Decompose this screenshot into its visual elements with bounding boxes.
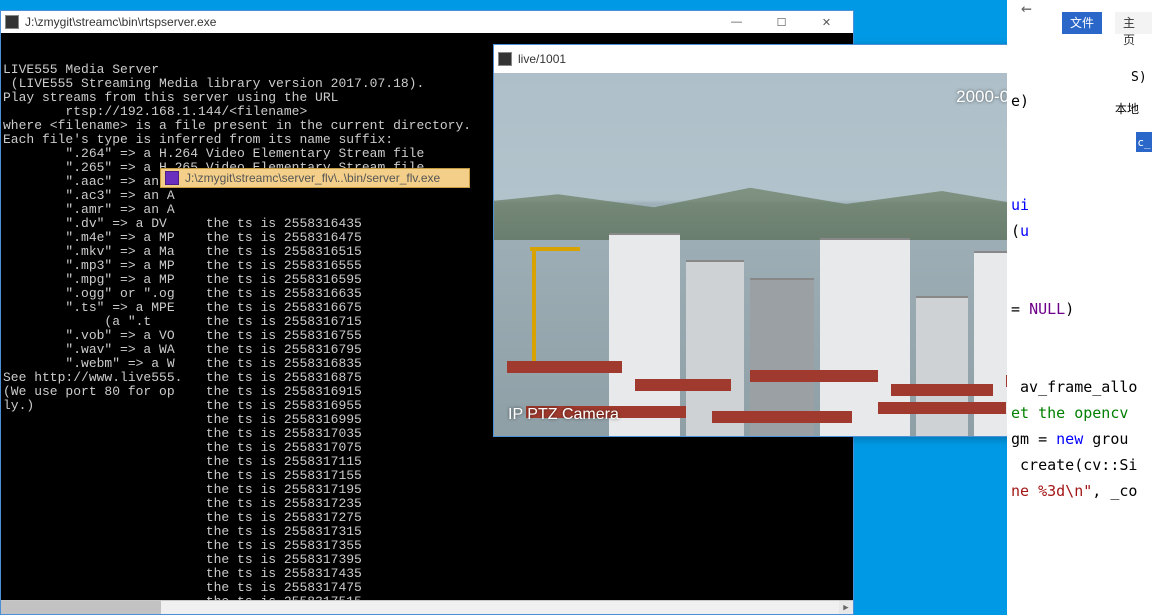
console-icon bbox=[5, 15, 19, 29]
minimize-button[interactable]: — bbox=[714, 12, 759, 32]
maximize-button[interactable]: ☐ bbox=[759, 12, 804, 32]
back-arrow-icon[interactable]: ← bbox=[1021, 0, 1032, 19]
scroll-right-arrow[interactable]: ▶ bbox=[839, 601, 853, 614]
horizontal-scrollbar[interactable]: ▶ bbox=[1, 600, 853, 614]
tab-home[interactable]: 主页 bbox=[1115, 12, 1152, 34]
rtsp-titlebar[interactable]: J:\zmygit\streamc\bin\rtspserver.exe — ☐… bbox=[1, 11, 853, 33]
osd-camera-label: IP PTZ Camera bbox=[508, 406, 619, 424]
right-partial-pane: ← 文件 主页 S) 本地 c_ e) ui (u = NULL) av_fra… bbox=[1007, 0, 1152, 615]
scrollbar-thumb[interactable] bbox=[1, 601, 161, 614]
code-fragment: e) ui (u = NULL) av_frame_allo et the op… bbox=[1007, 60, 1152, 615]
serverflv-window-titlebar[interactable]: J:\zmygit\streamc\server_flv\..\bin/serv… bbox=[160, 168, 470, 188]
app-icon bbox=[498, 52, 512, 66]
rtsp-title: J:\zmygit\streamc\bin\rtspserver.exe bbox=[25, 15, 216, 29]
close-button[interactable]: ✕ bbox=[804, 12, 849, 32]
serverflv-title: J:\zmygit\streamc\server_flv\..\bin/serv… bbox=[185, 171, 440, 185]
console-icon bbox=[165, 171, 179, 185]
tab-file[interactable]: 文件 bbox=[1062, 12, 1102, 34]
live-title: live/1001 bbox=[518, 52, 566, 66]
